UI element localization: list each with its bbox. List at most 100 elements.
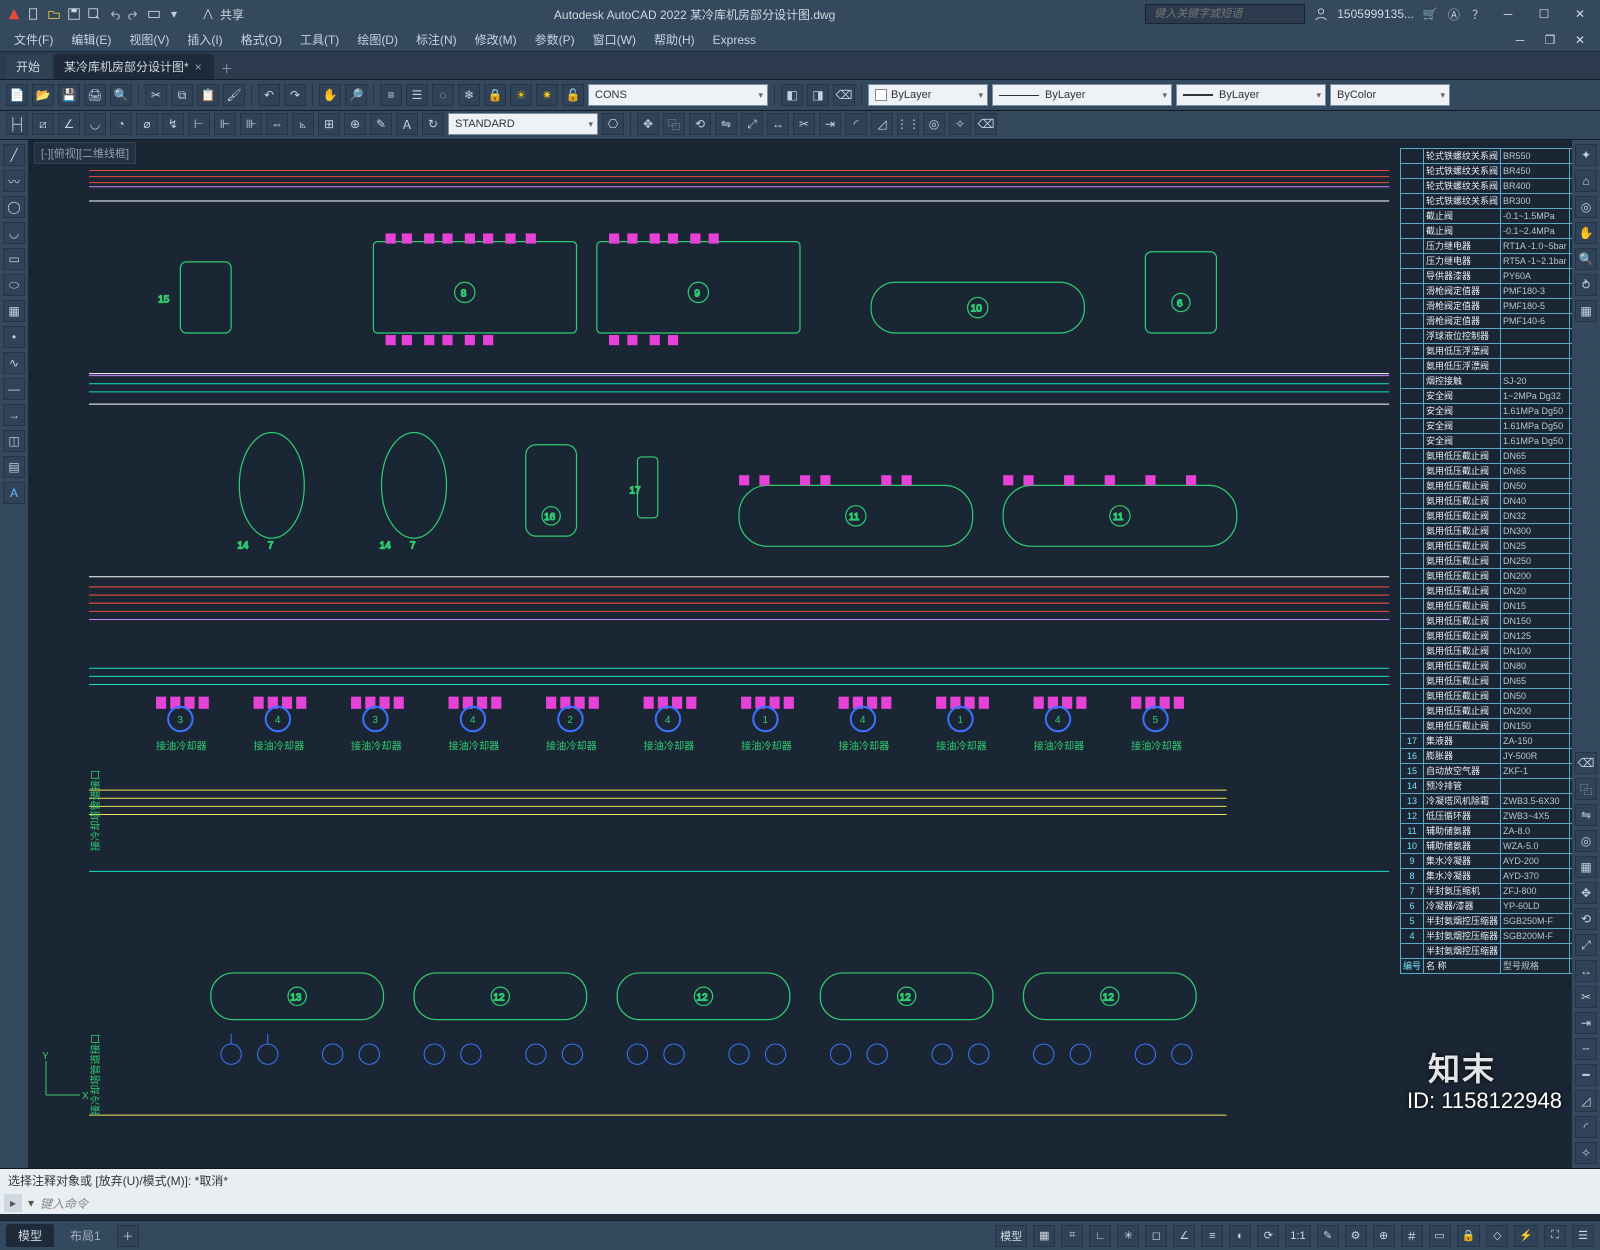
dim-edit-icon[interactable]: ✎ [370,113,392,135]
redo2-icon[interactable]: ↷ [284,84,306,106]
dim-angular-icon[interactable]: ∠ [58,113,80,135]
menu-dimension[interactable]: 标注(N) [408,29,465,50]
dim-aligned-icon[interactable]: ⧄ [32,113,54,135]
command-input[interactable]: 键入命令 [40,1195,1596,1212]
lock-ui-toggle[interactable]: 🔒 [1457,1225,1481,1247]
dim-break-icon[interactable]: ⦝ [292,113,314,135]
cleanscreen-toggle[interactable]: ⛶ [1544,1225,1566,1247]
mtext-icon[interactable]: A [3,482,25,504]
lineweight-combo[interactable]: ByLayer [1176,84,1326,106]
layer-merge-icon[interactable]: ◨ [807,84,829,106]
copy-icon[interactable]: ⧉ [171,84,193,106]
ellipse-icon[interactable]: ⬭ [3,274,25,296]
ray-icon[interactable]: → [3,404,25,426]
doc-restore-button[interactable]: ❐ [1536,31,1564,49]
menu-view[interactable]: 视图(V) [121,29,177,50]
share-button[interactable]: 共享 [220,6,244,23]
new-icon[interactable] [26,6,42,22]
layer-off-icon[interactable]: ◌ [432,84,454,106]
fillet-icon[interactable]: ◜ [845,113,867,135]
tab-model[interactable]: 模型 [6,1224,54,1247]
open-icon[interactable] [46,6,62,22]
modelspace-button[interactable]: 模型 [995,1225,1027,1247]
mod-array-icon[interactable]: ▦ [1575,856,1597,878]
table-tool-icon[interactable]: ▤ [3,456,25,478]
transparency-toggle[interactable]: ◐ [1229,1225,1251,1247]
help-search-input[interactable] [1145,4,1305,24]
isolate-toggle[interactable]: ◇ [1486,1225,1508,1247]
doc-close-button[interactable]: ✕ [1566,31,1594,49]
snap-toggle[interactable]: ⌗ [1061,1225,1083,1247]
drawing-canvas[interactable]: [-][俯视][二维线框] [28,140,1572,1168]
layer-iso-icon[interactable]: ◧ [781,84,803,106]
dim-ordinate-icon[interactable]: ⊢ [188,113,210,135]
menu-draw[interactable]: 绘图(D) [349,29,406,50]
move-icon[interactable]: ✥ [637,113,659,135]
user-icon[interactable] [1313,6,1329,22]
dim-update-icon[interactable]: ↻ [422,113,444,135]
command-chevron-icon[interactable]: ▸ [4,1194,22,1212]
scale-icon[interactable]: ⤢ [741,113,763,135]
tab-start[interactable]: 开始 [6,54,52,79]
navbar-compass-icon[interactable]: ✦ [1575,144,1597,166]
print-icon[interactable]: 🖨 [84,84,106,106]
layer-sun-icon[interactable]: ✷ [536,84,558,106]
hatch-icon[interactable]: ▦ [3,300,25,322]
dim-jog-icon[interactable]: ↯ [162,113,184,135]
save-icon[interactable] [66,6,82,22]
navbar-zoom-icon[interactable]: 🔍 [1575,248,1597,270]
new-doc-icon[interactable]: 📄 [6,84,28,106]
cut-icon[interactable]: ✂ [145,84,167,106]
maximize-button[interactable]: ☐ [1530,5,1558,23]
user-label[interactable]: 1505999135... [1337,7,1414,21]
color-combo[interactable]: ByLayer [868,84,988,106]
menu-express[interactable]: Express [705,31,764,49]
plotstyle-combo[interactable]: ByColor [1330,84,1450,106]
otrack-toggle[interactable]: ∠ [1173,1225,1195,1247]
mirror-icon[interactable]: ⇋ [715,113,737,135]
dim-radius-icon[interactable]: ◔ [110,113,132,135]
dim-diameter-icon[interactable]: ⌀ [136,113,158,135]
rotate-icon[interactable]: ⟲ [689,113,711,135]
menu-format[interactable]: 格式(O) [233,29,290,50]
zoom-icon[interactable]: 🔎 [345,84,367,106]
osnap-toggle[interactable]: ◻ [1145,1225,1167,1247]
dim-continue-icon[interactable]: ⊪ [240,113,262,135]
navbar-orbit-icon[interactable]: ⥁ [1575,274,1597,296]
doc-minimize-button[interactable]: ─ [1506,31,1534,49]
trim-icon[interactable]: ✂ [793,113,815,135]
layer-props-icon[interactable]: ≡ [380,84,402,106]
linetype-combo[interactable]: ByLayer [992,84,1172,106]
xline-icon[interactable]: — [3,378,25,400]
ortho-toggle[interactable]: ∟ [1089,1225,1111,1247]
navbar-home-icon[interactable]: ⌂ [1575,170,1597,192]
hardware-accel-toggle[interactable]: ⚡ [1514,1225,1538,1247]
navbar-showmotion-icon[interactable]: ▦ [1575,300,1597,322]
paste-icon[interactable]: 📋 [197,84,219,106]
navbar-pan-icon[interactable]: ✋ [1575,222,1597,244]
menu-edit[interactable]: 编辑(E) [63,29,119,50]
pan-icon[interactable]: ✋ [319,84,341,106]
undo2-icon[interactable]: ↶ [258,84,280,106]
dropdown-icon[interactable]: ▾ [166,6,182,22]
customize-status[interactable]: ☰ [1572,1225,1594,1247]
tab-active-file[interactable]: 某冷库机房部分设计图*× [54,54,214,79]
dim-space-icon[interactable]: ⇔ [266,113,288,135]
mod-copy-icon[interactable]: ⿻ [1575,778,1597,800]
preview-icon[interactable]: 🔍 [110,84,132,106]
mod-break-icon[interactable]: ╌ [1575,1038,1597,1060]
mod-stretch-icon[interactable]: ↔ [1575,960,1597,982]
dim-tedit-icon[interactable]: Ａ [396,113,418,135]
rectangle-icon[interactable]: ▭ [3,248,25,270]
mod-fillet-icon[interactable]: ◜ [1575,1116,1597,1138]
line-icon[interactable]: ╱ [3,144,25,166]
mod-offset-icon[interactable]: ◎ [1575,830,1597,852]
layer-del-icon[interactable]: ⌫ [833,84,855,106]
polar-toggle[interactable]: ✳ [1117,1225,1139,1247]
mod-move-icon[interactable]: ✥ [1575,882,1597,904]
dimstyle-icon[interactable]: ⎔ [602,113,624,135]
mod-rotate-icon[interactable]: ⟲ [1575,908,1597,930]
cart-icon[interactable]: 🛒 [1422,6,1438,22]
menu-file[interactable]: 文件(F) [6,29,61,50]
stretch-icon[interactable]: ↔ [767,113,789,135]
